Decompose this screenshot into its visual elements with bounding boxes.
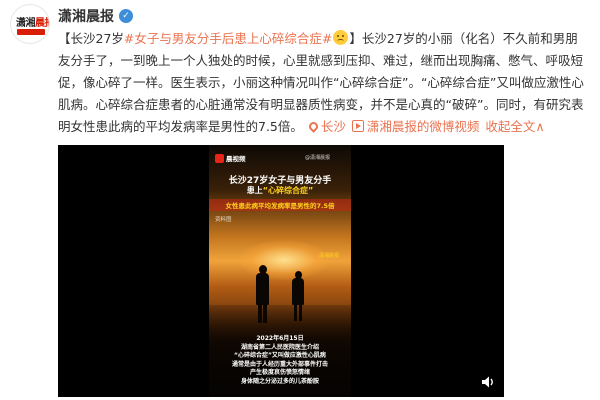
chevron-up-icon: ∧ <box>535 119 545 134</box>
man-silhouette-leg <box>258 303 262 323</box>
video-watermark: @潇湘晨报 <box>305 155 331 161</box>
video-source-label: 资料图 <box>215 217 232 223</box>
location-link[interactable]: 长沙 <box>321 119 346 134</box>
man-silhouette-leg <box>263 303 267 323</box>
sad-face-emoji-icon <box>333 30 349 45</box>
video-info-text: 2022年6月15日 湖南省第二人民医院医生介绍 “心碎综合症”又叫做应激性心肌… <box>231 335 328 385</box>
woman-silhouette-leg <box>299 303 302 321</box>
woman-silhouette-leg <box>294 303 297 321</box>
post-title-city: 长沙27岁 <box>70 31 124 46</box>
video-frame: 晨视频 @潇湘晨报 长沙27岁女子与男友分手 患上“心碎综合症” 女性患此病平均… <box>209 145 351 397</box>
avatar[interactable]: 潇湘晨报 <box>10 4 50 44</box>
collapse-text-link[interactable]: 收起全文∧ <box>485 119 544 134</box>
avatar-logo-text: 潇湘晨报 <box>16 18 49 29</box>
speaker-icon[interactable] <box>480 374 496 390</box>
hashtag-link[interactable]: #女子与男友分手后患上心碎综合症# <box>124 31 332 46</box>
video-stamp: 潇湘晨报 <box>318 253 339 259</box>
author-name[interactable]: 潇湘晨报 <box>58 6 114 26</box>
bracket-open: 【 <box>58 31 71 46</box>
bracket-close: 】 <box>349 31 362 46</box>
verified-badge-icon: ✓ <box>119 9 133 23</box>
woman-silhouette <box>292 278 304 305</box>
video-link[interactable]: 潇湘晨报的微博视频 <box>367 119 480 134</box>
video-app-logo: 晨视频 <box>215 153 246 163</box>
sunset-glow <box>239 240 329 280</box>
video-player[interactable]: 晨视频 @潇湘晨报 长沙27岁女子与男友分手 患上“心碎综合症” 女性患此病平均… <box>58 145 504 397</box>
post-header: 潇湘晨报 ✓ <box>58 6 133 26</box>
man-silhouette <box>256 273 269 305</box>
video-banner: 女性患此病平均发病率是男性的7.5倍 <box>209 199 351 211</box>
avatar-logo-bar <box>17 29 45 35</box>
video-link-icon[interactable] <box>351 120 364 132</box>
app-logo-icon <box>215 153 224 163</box>
video-title-line2: 患上“心碎综合症” <box>246 186 314 195</box>
post-text: 【长沙27岁#女子与男友分手后患上心碎综合症# 】长沙27岁的小丽（化名）不久前和… <box>58 28 588 138</box>
location-pin-icon[interactable] <box>307 120 320 133</box>
